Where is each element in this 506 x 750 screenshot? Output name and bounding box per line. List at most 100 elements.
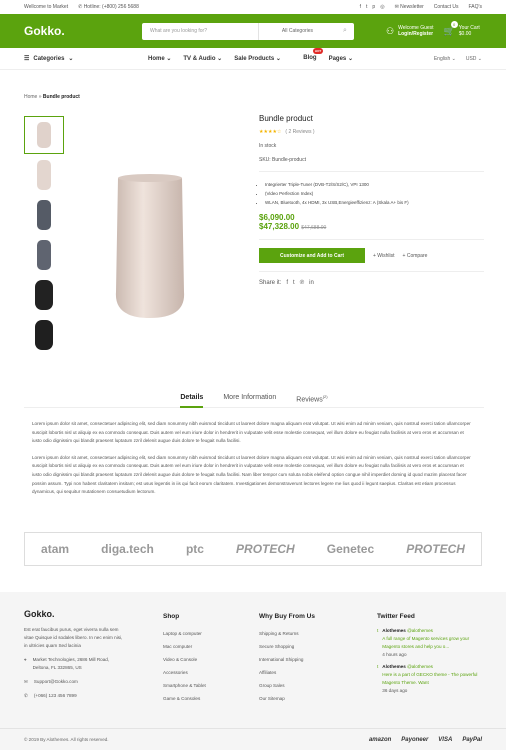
brand-logo[interactable]: PROTECH — [406, 542, 465, 556]
footer-link[interactable]: Group Sales — [259, 679, 349, 692]
cart-icon: 🛒 — [443, 26, 455, 36]
facebook-icon[interactable]: f — [286, 280, 288, 286]
thumbnail-3[interactable] — [24, 196, 64, 234]
reviews-link[interactable]: ( 2 Reviews ) — [285, 129, 314, 135]
footer-link[interactable]: Smartphone & Tablet — [163, 679, 243, 692]
payment-logo: Payoneer — [401, 736, 429, 743]
tab-more-information[interactable]: More Information — [223, 394, 276, 407]
search-icon[interactable]: ⌕ — [336, 23, 354, 40]
newsletter-link[interactable]: ✉ Newsletter — [395, 4, 424, 10]
brand-logo[interactable]: Genetec — [327, 542, 374, 556]
footer-email[interactable]: ✉ Support@Gokko.com — [24, 678, 124, 686]
nav-blog[interactable]: Blog — [303, 55, 316, 62]
thumbnail-2[interactable] — [24, 156, 64, 194]
thumbnail-4[interactable] — [24, 236, 64, 274]
nav-sale-products[interactable]: Sale Products ⌄HOT — [234, 48, 324, 62]
footer-shop-title: Shop — [163, 613, 180, 620]
footer-link[interactable]: Accessories — [163, 666, 243, 679]
add-to-cart-button[interactable]: Customize and Add to Cart — [259, 248, 365, 263]
old-price: $47,688.00 — [301, 225, 327, 231]
breadcrumb-home[interactable]: Home — [24, 94, 37, 100]
product-tabs: Details More Information Reviews(2) — [24, 394, 484, 408]
currency-select[interactable]: USD ⌄ — [466, 56, 482, 62]
footer-link[interactable]: Mac computer — [163, 640, 243, 653]
footer-logo: Gokko. — [24, 609, 55, 619]
footer-address: ⌖ Market Technologies, 2686 Mill Road, De… — [24, 657, 110, 670]
payment-logos: amazon Payoneer VISA PayPal — [369, 737, 482, 743]
contact-link[interactable]: Contact Us — [434, 4, 459, 10]
tab-details[interactable]: Details — [180, 394, 204, 408]
chevron-down-icon: ⌄ — [68, 56, 74, 62]
footer-phone: ✆ (+066) 123 456 7899 — [24, 693, 77, 698]
search-bar: What are you looking for? All Categories… — [142, 22, 354, 40]
payment-logo: VISA — [438, 736, 453, 743]
thumbnail-5[interactable] — [24, 276, 64, 314]
footer: Gokko. Est erat faucibus purus, eget viv… — [0, 592, 506, 750]
price-range: $47,328.00 $47,688.00 — [259, 222, 327, 231]
menu-icon: ☰ — [24, 56, 30, 62]
brand-logo[interactable]: atam — [41, 542, 69, 556]
faq-link[interactable]: FAQ's — [469, 4, 482, 10]
compare-button[interactable]: + Compare — [403, 253, 428, 259]
twitter-icon[interactable]: t — [366, 4, 367, 10]
product-price: $6,090.00 — [259, 213, 295, 222]
account-link[interactable]: ⚇ Welcome Guest Login/Register — [386, 25, 434, 37]
copyright: © 2019 By Alothemes. All rights reserved… — [24, 737, 109, 742]
mail-icon: ✉ — [24, 679, 28, 684]
breadcrumb-current: Bundle product — [42, 94, 80, 100]
footer-link[interactable]: Game & Consoles — [163, 692, 243, 705]
footer-about: Est erat faucibus purus, eget viverra nu… — [24, 627, 123, 648]
footer-link[interactable]: Our Sitemap — [259, 692, 349, 705]
rating: ★★★★☆( 2 Reviews ) — [259, 129, 315, 135]
brand-logo[interactable]: PROTECH — [236, 542, 295, 556]
footer-link[interactable]: Shipping & Returns — [259, 627, 349, 640]
categories-menu[interactable]: ☰ Categories ⌄ — [24, 55, 124, 63]
cart-count-badge: 0 — [450, 21, 458, 28]
search-category-select[interactable]: All Categories — [258, 22, 336, 40]
nav-pages[interactable]: Pages ⌄ — [329, 55, 353, 62]
linkedin-icon[interactable]: in — [309, 280, 314, 286]
payment-logo: amazon — [368, 736, 392, 743]
main-nav: ☰ Categories ⌄ Home ⌄ TV & Audio ⌄ Sale P… — [0, 48, 506, 70]
footer-link[interactable]: International Shipping — [259, 653, 349, 666]
location-icon: ⌖ — [24, 657, 27, 662]
search-input[interactable]: What are you looking for? — [142, 28, 258, 34]
share-row: Share it: f t ℗ in — [259, 280, 314, 286]
phone-icon: ✆ — [24, 693, 28, 698]
pinterest-icon[interactable]: p — [372, 4, 375, 10]
brand-logo[interactable]: diga.tech — [101, 542, 154, 556]
language-select[interactable]: English ⌄ — [434, 56, 456, 62]
user-icon: ⚇ — [386, 26, 395, 36]
footer-bottom: © 2019 By Alothemes. All rights reserved… — [0, 728, 506, 750]
cart-button[interactable]: 🛒 0 Your Cart $0.00 — [443, 21, 480, 37]
product-description: Lorem ipsum dolor sit amet, consectetuer… — [32, 420, 474, 505]
thumbnail-6[interactable] — [24, 316, 64, 354]
pinterest-icon[interactable]: ℗ — [300, 280, 304, 286]
wishlist-button[interactable]: + Wishlist — [373, 253, 395, 259]
stock-status: In stock — [259, 143, 277, 149]
hotline: ✆ Hotline: (+800) 256 5688 — [78, 4, 139, 10]
nav-home[interactable]: Home ⌄ — [148, 55, 171, 62]
description-paragraph: Lorem ipsum dolor sit amet, consectetuer… — [32, 454, 471, 495]
brand-logo[interactable]: ptc — [186, 542, 204, 556]
footer-twitter-title: Twitter Feed — [377, 613, 415, 620]
nav-tv-audio[interactable]: TV & Audio ⌄ — [183, 55, 222, 62]
product-info: Bundle product ★★★★☆( 2 Reviews ) In sto… — [259, 114, 484, 286]
footer-link[interactable]: Video & Console — [163, 653, 243, 666]
welcome-text: Wellcome to Market — [24, 4, 69, 10]
tab-reviews[interactable]: Reviews(2) — [296, 394, 327, 407]
thumbnail-1[interactable] — [24, 116, 64, 154]
logo[interactable]: Gokko. — [24, 24, 142, 38]
instagram-icon[interactable]: ◎ — [380, 4, 384, 10]
footer-link[interactable]: Laptop & computer — [163, 627, 243, 640]
footer-link[interactable]: Secure Shopping — [259, 640, 349, 653]
tweet: t Alothemes @alothemes A full range of Ma… — [377, 628, 470, 657]
facebook-icon[interactable]: f — [360, 4, 361, 10]
footer-link[interactable]: Affiliates — [259, 666, 349, 679]
feature-item: (Video Perfection Index) — [265, 189, 484, 198]
twitter-icon[interactable]: t — [293, 280, 295, 286]
feature-item: Integrierter Triple-Tuner (DVB-T2/S/S2/C… — [265, 180, 484, 189]
feature-item: WLAN, Bluetooth, 4x HDMI, 3x USB,Energie… — [265, 198, 484, 207]
hot-badge: HOT — [312, 48, 324, 54]
breadcrumb: Home » Bundle product — [24, 94, 80, 100]
